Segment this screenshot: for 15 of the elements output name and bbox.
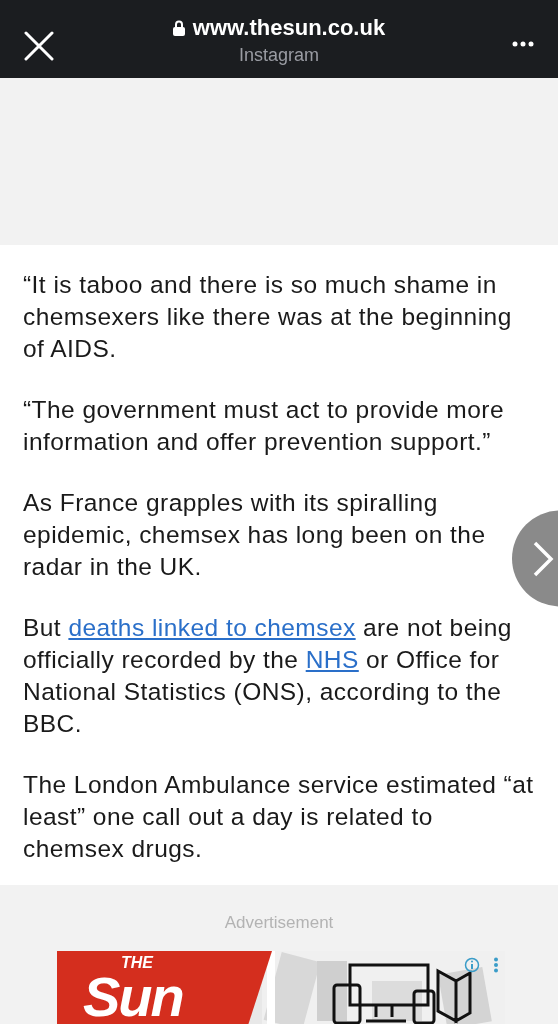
logo-text: Sun (83, 971, 183, 1023)
article-link[interactable]: deaths linked to chemsex (68, 614, 356, 641)
close-icon[interactable] (24, 31, 54, 61)
article-paragraph: But deaths linked to chemsex are not being officially recorded by the NHS or Office for National Statistics (ONS), according to the BBC. (23, 613, 513, 739)
article-link[interactable]: NHS (305, 646, 359, 673)
site-subtitle: Instagram (238, 44, 319, 66)
article-paragraph: As France grapples with its spiralling epidemic, chemsex has long been on the radar in the UK. (23, 488, 487, 582)
logo-small-text: THE (121, 955, 155, 971)
more-icon[interactable] (512, 41, 534, 47)
url-text: www.thesun.co.uk (192, 14, 386, 41)
article-paragraph: The London Ambulance service estimated “at least” one call out a day is related to chemsex drugs. (23, 770, 535, 864)
article-paragraph: “It is taboo and there is so much shame in chemsexers like there was at the beginning of AIDS. (23, 270, 513, 364)
next-button[interactable] (512, 510, 558, 607)
advertisement-label: Advertisement (223, 913, 335, 934)
article-paragraph: “The government must act to provide more information and offer prevention support.” (23, 395, 505, 457)
